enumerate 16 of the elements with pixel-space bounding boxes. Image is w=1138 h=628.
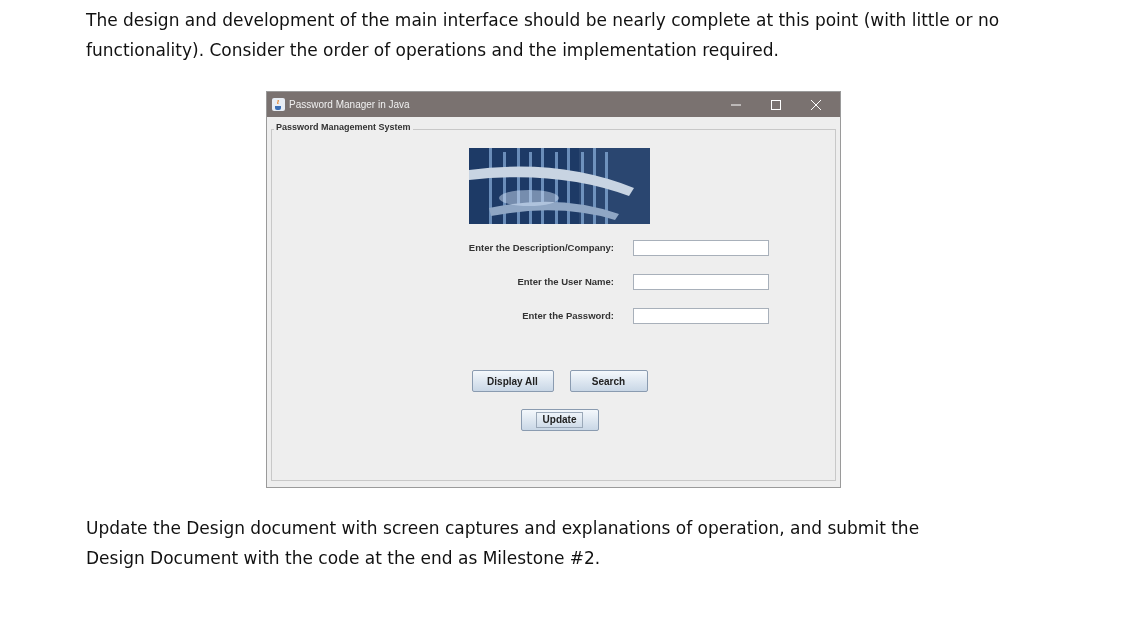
field-label: Enter the Password: xyxy=(521,308,614,323)
field-label: Enter the Description/Company: xyxy=(467,240,614,255)
window-title: Password Manager in Java xyxy=(289,98,410,112)
group-title: Password Management System xyxy=(274,121,413,135)
input-field[interactable] xyxy=(633,240,769,256)
window-button[interactable]: Update xyxy=(520,409,599,431)
close-icon[interactable] xyxy=(811,99,821,110)
java-cup-icon xyxy=(272,98,285,111)
window-button[interactable]: Search xyxy=(569,370,648,392)
closing-paragraph: Update the Design document with screen captures and explanations of operation, and submit the Design Document with the code at the end as Milestone #2. xyxy=(85,517,921,570)
maximize-icon[interactable] xyxy=(771,99,781,110)
field-label: Enter the User Name: xyxy=(516,274,614,289)
window-button[interactable]: Display All xyxy=(471,370,554,392)
input-field[interactable] xyxy=(633,308,769,324)
intro-paragraph: The design and development of the main interface should be nearly complete at this point (with little or no functionality). Consider the order of operations and the implementation required. xyxy=(85,9,1001,62)
input-field[interactable] xyxy=(633,274,769,290)
